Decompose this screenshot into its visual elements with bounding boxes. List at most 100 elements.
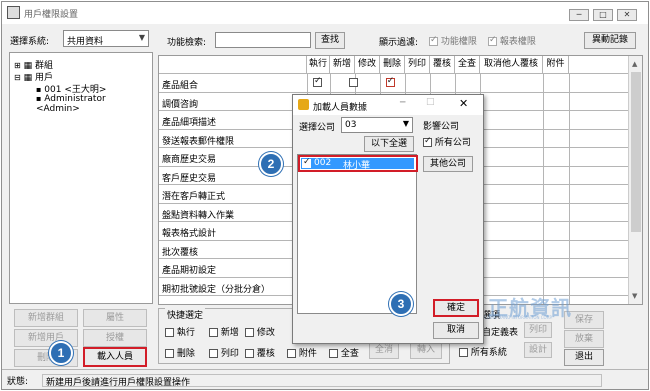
expand-icon: ⊞: [14, 61, 21, 70]
status-label: 狀態:: [7, 377, 29, 387]
clear-all-button[interactable]: 全消: [369, 342, 399, 359]
new-group-button[interactable]: 新增群組: [14, 309, 78, 327]
cell-checkbox[interactable]: [313, 76, 322, 87]
checkbox-icon: [245, 349, 254, 358]
all-system-checkbox[interactable]: 所有系統: [459, 345, 507, 358]
quick-check-all-query[interactable]: 全查: [329, 346, 359, 359]
collapse-icon: ⊟: [14, 73, 21, 82]
minimize-icon[interactable]: ─: [400, 98, 405, 108]
quick-check-print[interactable]: 列印: [209, 346, 239, 359]
grid-header: 執行 新增 修改 刪除 列印 覆核 全查 取消他人覆核 附件: [159, 56, 628, 74]
checkbox-icon: [245, 328, 254, 337]
print-button[interactable]: 列印: [524, 322, 552, 338]
search-input[interactable]: [215, 32, 311, 48]
search-label: 功能檢索:: [167, 38, 207, 48]
other-company-button[interactable]: 其他公司: [423, 156, 473, 172]
maximize-icon[interactable]: □: [426, 97, 435, 107]
scroll-thumb[interactable]: [631, 72, 641, 232]
search-button[interactable]: 查找: [315, 32, 345, 49]
scroll-down-icon[interactable]: ▼: [632, 292, 637, 300]
company-select[interactable]: 03 ▼: [341, 117, 413, 133]
filter-function-checkbox[interactable]: 功能權限: [429, 34, 477, 47]
grid-header-blank: [159, 56, 307, 74]
checkbox-icon: [423, 136, 432, 147]
checkbox-icon[interactable]: [302, 157, 311, 168]
scroll-up-icon[interactable]: ▲: [632, 60, 637, 68]
checkbox-icon: [209, 328, 218, 337]
close-icon[interactable]: ✕: [617, 9, 637, 21]
quick-check-label: 附件: [298, 349, 317, 359]
quick-check-edit[interactable]: 修改: [245, 325, 275, 338]
filter-report-checkbox[interactable]: 報表權限: [488, 34, 536, 47]
exit-button[interactable]: 退出: [564, 349, 604, 366]
dialog-titlebar: 加載人員數據 ─ □ ✕: [293, 95, 483, 115]
row-label: 發送報表郵件權限: [162, 136, 235, 147]
grid-scrollbar[interactable]: ▲ ▼: [628, 56, 642, 304]
load-user-button[interactable]: 載入人員: [83, 347, 147, 367]
step-badge-1: 1: [49, 341, 73, 365]
quick-check-execute[interactable]: 執行: [165, 325, 195, 338]
quick-check-review[interactable]: 覆核: [245, 346, 275, 359]
quick-check-attachment[interactable]: 附件: [287, 346, 317, 359]
status-bar: 狀態: 新建用戶後請進行用戶權限設置操作: [2, 369, 648, 389]
filter-report-label: 報表權限: [499, 37, 536, 47]
all-system-label: 所有系統: [470, 348, 507, 358]
authorize-button[interactable]: 授權: [83, 329, 147, 347]
people-list: 002 林小華: [297, 154, 418, 314]
row-label: 廠商歷史交易: [162, 155, 217, 165]
checkbox-icon: [459, 348, 468, 357]
list-item[interactable]: 002 林小華: [301, 157, 414, 171]
ok-button[interactable]: 確定: [433, 299, 479, 317]
affect-company-label: 影響公司: [423, 122, 460, 132]
cell-checkbox[interactable]: [348, 78, 358, 87]
system-select-value: 共用資料: [67, 37, 104, 47]
table-row[interactable]: 產品組合: [159, 74, 628, 93]
column-header: 刪除: [380, 56, 405, 74]
minimize-icon[interactable]: ─: [569, 9, 589, 21]
tree-user-item[interactable]: ▪ Administrator <Admin>: [36, 94, 152, 114]
select-all-button[interactable]: 以下全選: [364, 136, 414, 152]
tree-user-item-label: Administrator <Admin>: [36, 94, 106, 114]
system-label: 選擇系統:: [10, 37, 50, 47]
window-title: 用戶權限設置: [24, 10, 79, 20]
row-label: 客戶歷史交易: [162, 173, 217, 184]
quick-check-label: 覆核: [256, 349, 275, 359]
list-item-code: 002: [314, 158, 332, 168]
load-button[interactable]: 轉入: [410, 342, 442, 359]
main-window: 用戶權限設置 ─ □ ✕ 選擇系統: 共用資料 ▼ ⊞ ▦ 群組 ⊟ ▦ 用戶 …: [1, 1, 649, 390]
checkbox-icon: [329, 349, 338, 358]
chevron-down-icon: ▼: [402, 119, 409, 128]
checkbox-icon: [209, 349, 218, 358]
column-header: 新增: [330, 56, 355, 74]
change-log-button[interactable]: 異動記錄: [584, 32, 636, 49]
watermark-subtitle: CHING HANG INFORMATION CORP.: [484, 315, 553, 320]
load-people-dialog: 加載人員數據 ─ □ ✕ 選擇公司 03 ▼ 影響公司 所有公司 以下全選 其他…: [292, 94, 484, 344]
system-select[interactable]: 共用資料 ▼: [63, 30, 149, 47]
app-icon: [7, 6, 20, 19]
quick-check-add[interactable]: 新增: [209, 325, 239, 338]
dialog-app-icon: [298, 99, 309, 110]
quick-check-delete[interactable]: 刪除: [165, 346, 195, 359]
cell-checkbox[interactable]: [385, 76, 395, 87]
discard-button[interactable]: 放棄: [564, 330, 604, 348]
user-tree: ⊞ ▦ 群組 ⊟ ▦ 用戶 ▪ 001 <王大明> ▪ Administrato…: [9, 52, 153, 304]
close-icon[interactable]: ✕: [459, 97, 468, 110]
column-header: 取消他人覆核: [480, 56, 543, 74]
row-label: 調價咨詢: [162, 99, 199, 110]
quick-check-label: 刪除: [176, 349, 195, 359]
step-badge-2: 2: [259, 152, 283, 176]
quick-check-label: 列印: [220, 349, 239, 359]
row-label: 產品細項描述: [162, 118, 217, 128]
status-text: 新建用戶後請進行用戶權限設置操作: [42, 374, 602, 388]
checkbox-icon: [488, 35, 497, 46]
user-icon: ▪: [36, 85, 42, 94]
column-header: 附件: [543, 56, 569, 74]
design-button[interactable]: 設計: [524, 342, 552, 358]
cancel-button[interactable]: 取消: [433, 322, 479, 339]
row-label: 產品期初設定: [162, 266, 217, 276]
all-company-checkbox[interactable]: 所有公司: [423, 135, 471, 148]
properties-button[interactable]: 屬性: [83, 309, 147, 327]
checkbox-icon: [165, 349, 174, 358]
quick-check-label: 全查: [340, 349, 359, 359]
maximize-icon[interactable]: □: [593, 9, 613, 21]
